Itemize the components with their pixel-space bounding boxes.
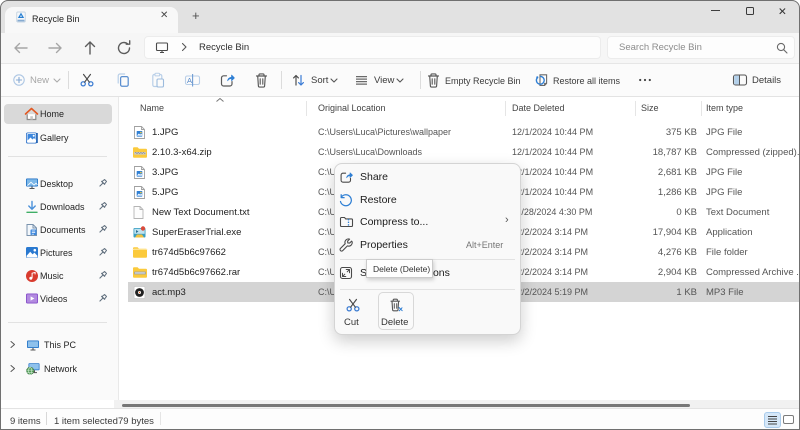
svg-text:A: A — [187, 76, 192, 85]
